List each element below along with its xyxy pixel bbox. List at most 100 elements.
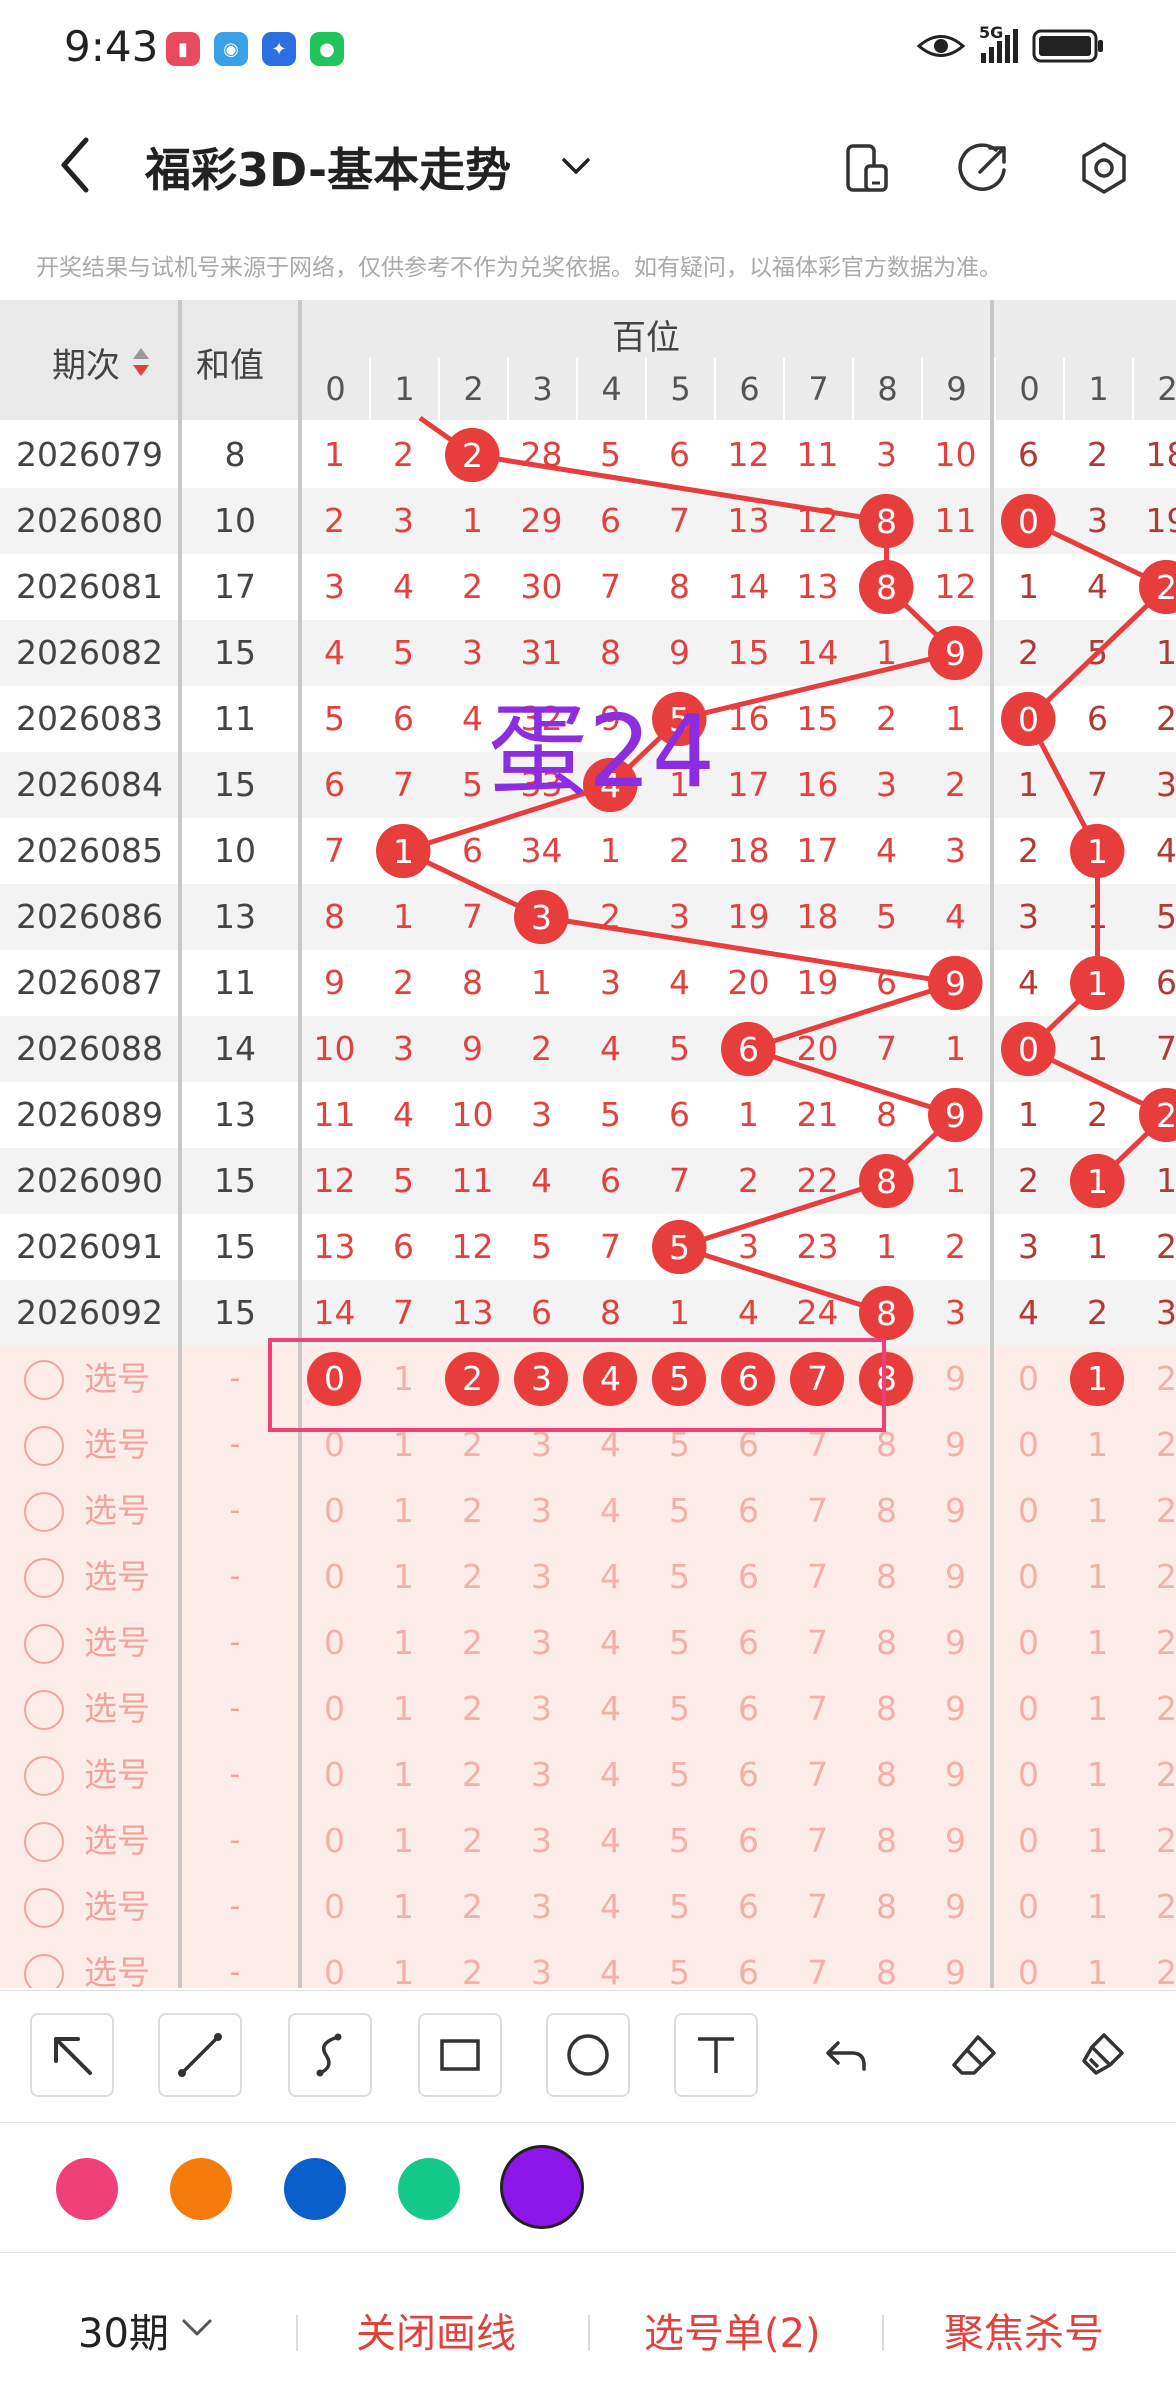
pick-row[interactable]: 选号 - 0 1 2 3 4 5 6 7 8 9 0 1 2 <box>0 1874 1176 1940</box>
pick-digit[interactable]: 0 <box>300 1808 369 1874</box>
pick-digit[interactable]: 6 <box>714 1676 783 1742</box>
pick-digit[interactable]: 5 <box>645 1742 714 1808</box>
pick-row[interactable]: 选号 - 0 1 2 3 4 5 6 7 8 9 0 1 2 <box>0 1940 1176 1988</box>
pick-digit[interactable]: 1 <box>369 1544 438 1610</box>
pick-digit[interactable]: 3 <box>507 1808 576 1874</box>
pick-digit[interactable]: 9 <box>921 1940 990 1988</box>
picked-digit[interactable]: 5 <box>645 1346 714 1412</box>
pick-digit[interactable]: 7 <box>783 1940 852 1988</box>
arrow-tool[interactable] <box>30 2013 114 2097</box>
pick-digit[interactable]: 6 <box>714 1544 783 1610</box>
period-selector[interactable]: 30期 <box>78 2301 169 2359</box>
picked-digit[interactable]: 3 <box>507 1346 576 1412</box>
chevron-down-icon[interactable] <box>180 2313 214 2343</box>
pick-row[interactable]: 选号 - 0 1 2 3 4 5 6 7 8 9 0 1 2 <box>0 1412 1176 1478</box>
pick-row[interactable]: 选号 - 0 1 2 3 4 5 6 7 8 9 0 1 2 <box>0 1346 1176 1412</box>
pick-digit[interactable]: 6 <box>714 1874 783 1940</box>
pick-digit[interactable]: 3 <box>507 1676 576 1742</box>
pick-digit[interactable]: 0 <box>994 1940 1063 1988</box>
pick-digit[interactable]: 7 <box>783 1676 852 1742</box>
pick-digit[interactable]: 0 <box>300 1940 369 1988</box>
pick-digit[interactable]: 0 <box>994 1544 1063 1610</box>
pick-digit[interactable]: 0 <box>994 1346 1063 1412</box>
pick-radio[interactable] <box>24 1624 64 1664</box>
pick-radio[interactable] <box>24 1690 64 1730</box>
pick-digit[interactable]: 0 <box>994 1478 1063 1544</box>
phone-layout-icon[interactable] <box>838 140 894 196</box>
close-lines-button[interactable]: 关闭画线 <box>356 2301 516 2359</box>
pick-digit[interactable]: 1 <box>369 1808 438 1874</box>
pick-digit[interactable]: 7 <box>783 1544 852 1610</box>
picked-digit[interactable]: 4 <box>576 1346 645 1412</box>
pick-digit[interactable]: 4 <box>576 1874 645 1940</box>
pick-digit[interactable]: 2 <box>1132 1346 1176 1412</box>
pick-digit[interactable]: 7 <box>783 1412 852 1478</box>
pick-digit[interactable]: 2 <box>438 1544 507 1610</box>
pick-digit[interactable]: 0 <box>300 1874 369 1940</box>
pick-digit[interactable]: 0 <box>994 1874 1063 1940</box>
pick-digit[interactable]: 2 <box>1132 1808 1176 1874</box>
pick-digit[interactable]: 2 <box>1132 1676 1176 1742</box>
curve-tool[interactable] <box>288 2013 372 2097</box>
pick-digit[interactable]: 9 <box>921 1742 990 1808</box>
pick-digit[interactable]: 9 <box>921 1808 990 1874</box>
pick-digit[interactable]: 4 <box>576 1676 645 1742</box>
pick-digit[interactable]: 2 <box>1132 1610 1176 1676</box>
pick-digit[interactable]: 8 <box>852 1412 921 1478</box>
color-pink-swatch[interactable] <box>56 2158 118 2220</box>
pick-digit[interactable]: 8 <box>852 1940 921 1988</box>
text-tool[interactable] <box>674 2013 758 2097</box>
pick-digit[interactable]: 0 <box>994 1610 1063 1676</box>
pick-digit[interactable]: 8 <box>852 1808 921 1874</box>
eraser-button[interactable] <box>932 2013 1016 2097</box>
pick-digit[interactable]: 0 <box>300 1412 369 1478</box>
pick-digit[interactable]: 1 <box>369 1478 438 1544</box>
column-issue-header[interactable]: 期次 <box>52 338 120 387</box>
pick-digit[interactable]: 2 <box>1132 1412 1176 1478</box>
page-title[interactable]: 福彩3D-基本走势 <box>145 134 511 200</box>
pick-digit[interactable]: 1 <box>369 1346 438 1412</box>
pick-digit[interactable]: 3 <box>507 1940 576 1988</box>
pick-digit[interactable]: 9 <box>921 1544 990 1610</box>
pick-digit[interactable]: 2 <box>438 1610 507 1676</box>
pick-digit[interactable]: 1 <box>1063 1742 1132 1808</box>
pick-digit[interactable]: 4 <box>576 1412 645 1478</box>
color-green-swatch[interactable] <box>398 2158 460 2220</box>
pick-digit[interactable]: 5 <box>645 1610 714 1676</box>
pick-row[interactable]: 选号 - 0 1 2 3 4 5 6 7 8 9 0 1 2 <box>0 1544 1176 1610</box>
pick-digit[interactable]: 2 <box>438 1742 507 1808</box>
pick-digit[interactable]: 1 <box>1063 1544 1132 1610</box>
sort-icon[interactable] <box>130 344 152 380</box>
pick-digit[interactable]: 0 <box>994 1808 1063 1874</box>
pick-digit[interactable]: 7 <box>783 1808 852 1874</box>
picked-digit[interactable]: 7 <box>783 1346 852 1412</box>
pick-digit[interactable]: 2 <box>438 1808 507 1874</box>
line-tool[interactable] <box>158 2013 242 2097</box>
pick-digit[interactable]: 9 <box>921 1874 990 1940</box>
pick-digit[interactable]: 1 <box>1063 1940 1132 1988</box>
pick-radio[interactable] <box>24 1822 64 1862</box>
pick-digit[interactable]: 1 <box>1063 1478 1132 1544</box>
pick-digit[interactable]: 8 <box>852 1610 921 1676</box>
focus-kill-button[interactable]: 聚焦杀号 <box>944 2301 1104 2359</box>
pick-digit[interactable]: 6 <box>714 1742 783 1808</box>
pick-row[interactable]: 选号 - 0 1 2 3 4 5 6 7 8 9 0 1 2 <box>0 1610 1176 1676</box>
pick-digit[interactable]: 0 <box>300 1478 369 1544</box>
pick-digit[interactable]: 0 <box>300 1676 369 1742</box>
pick-digit[interactable]: 1 <box>369 1676 438 1742</box>
pick-digit[interactable]: 7 <box>783 1610 852 1676</box>
picked-digit[interactable]: 8 <box>852 1346 921 1412</box>
pick-digit[interactable]: 8 <box>852 1742 921 1808</box>
pick-digit[interactable]: 1 <box>1063 1808 1132 1874</box>
pick-digit[interactable]: 0 <box>994 1742 1063 1808</box>
pick-digit[interactable]: 3 <box>507 1610 576 1676</box>
pick-digit[interactable]: 2 <box>438 1676 507 1742</box>
pick-digit[interactable]: 0 <box>300 1610 369 1676</box>
pick-digit[interactable]: 6 <box>714 1412 783 1478</box>
pick-radio[interactable] <box>24 1954 64 1988</box>
picked-digit[interactable]: 0 <box>300 1346 369 1412</box>
pick-digit[interactable]: 1 <box>369 1940 438 1988</box>
pick-digit[interactable]: 8 <box>852 1544 921 1610</box>
pick-digit[interactable]: 4 <box>576 1544 645 1610</box>
picked-digit[interactable]: 6 <box>714 1346 783 1412</box>
